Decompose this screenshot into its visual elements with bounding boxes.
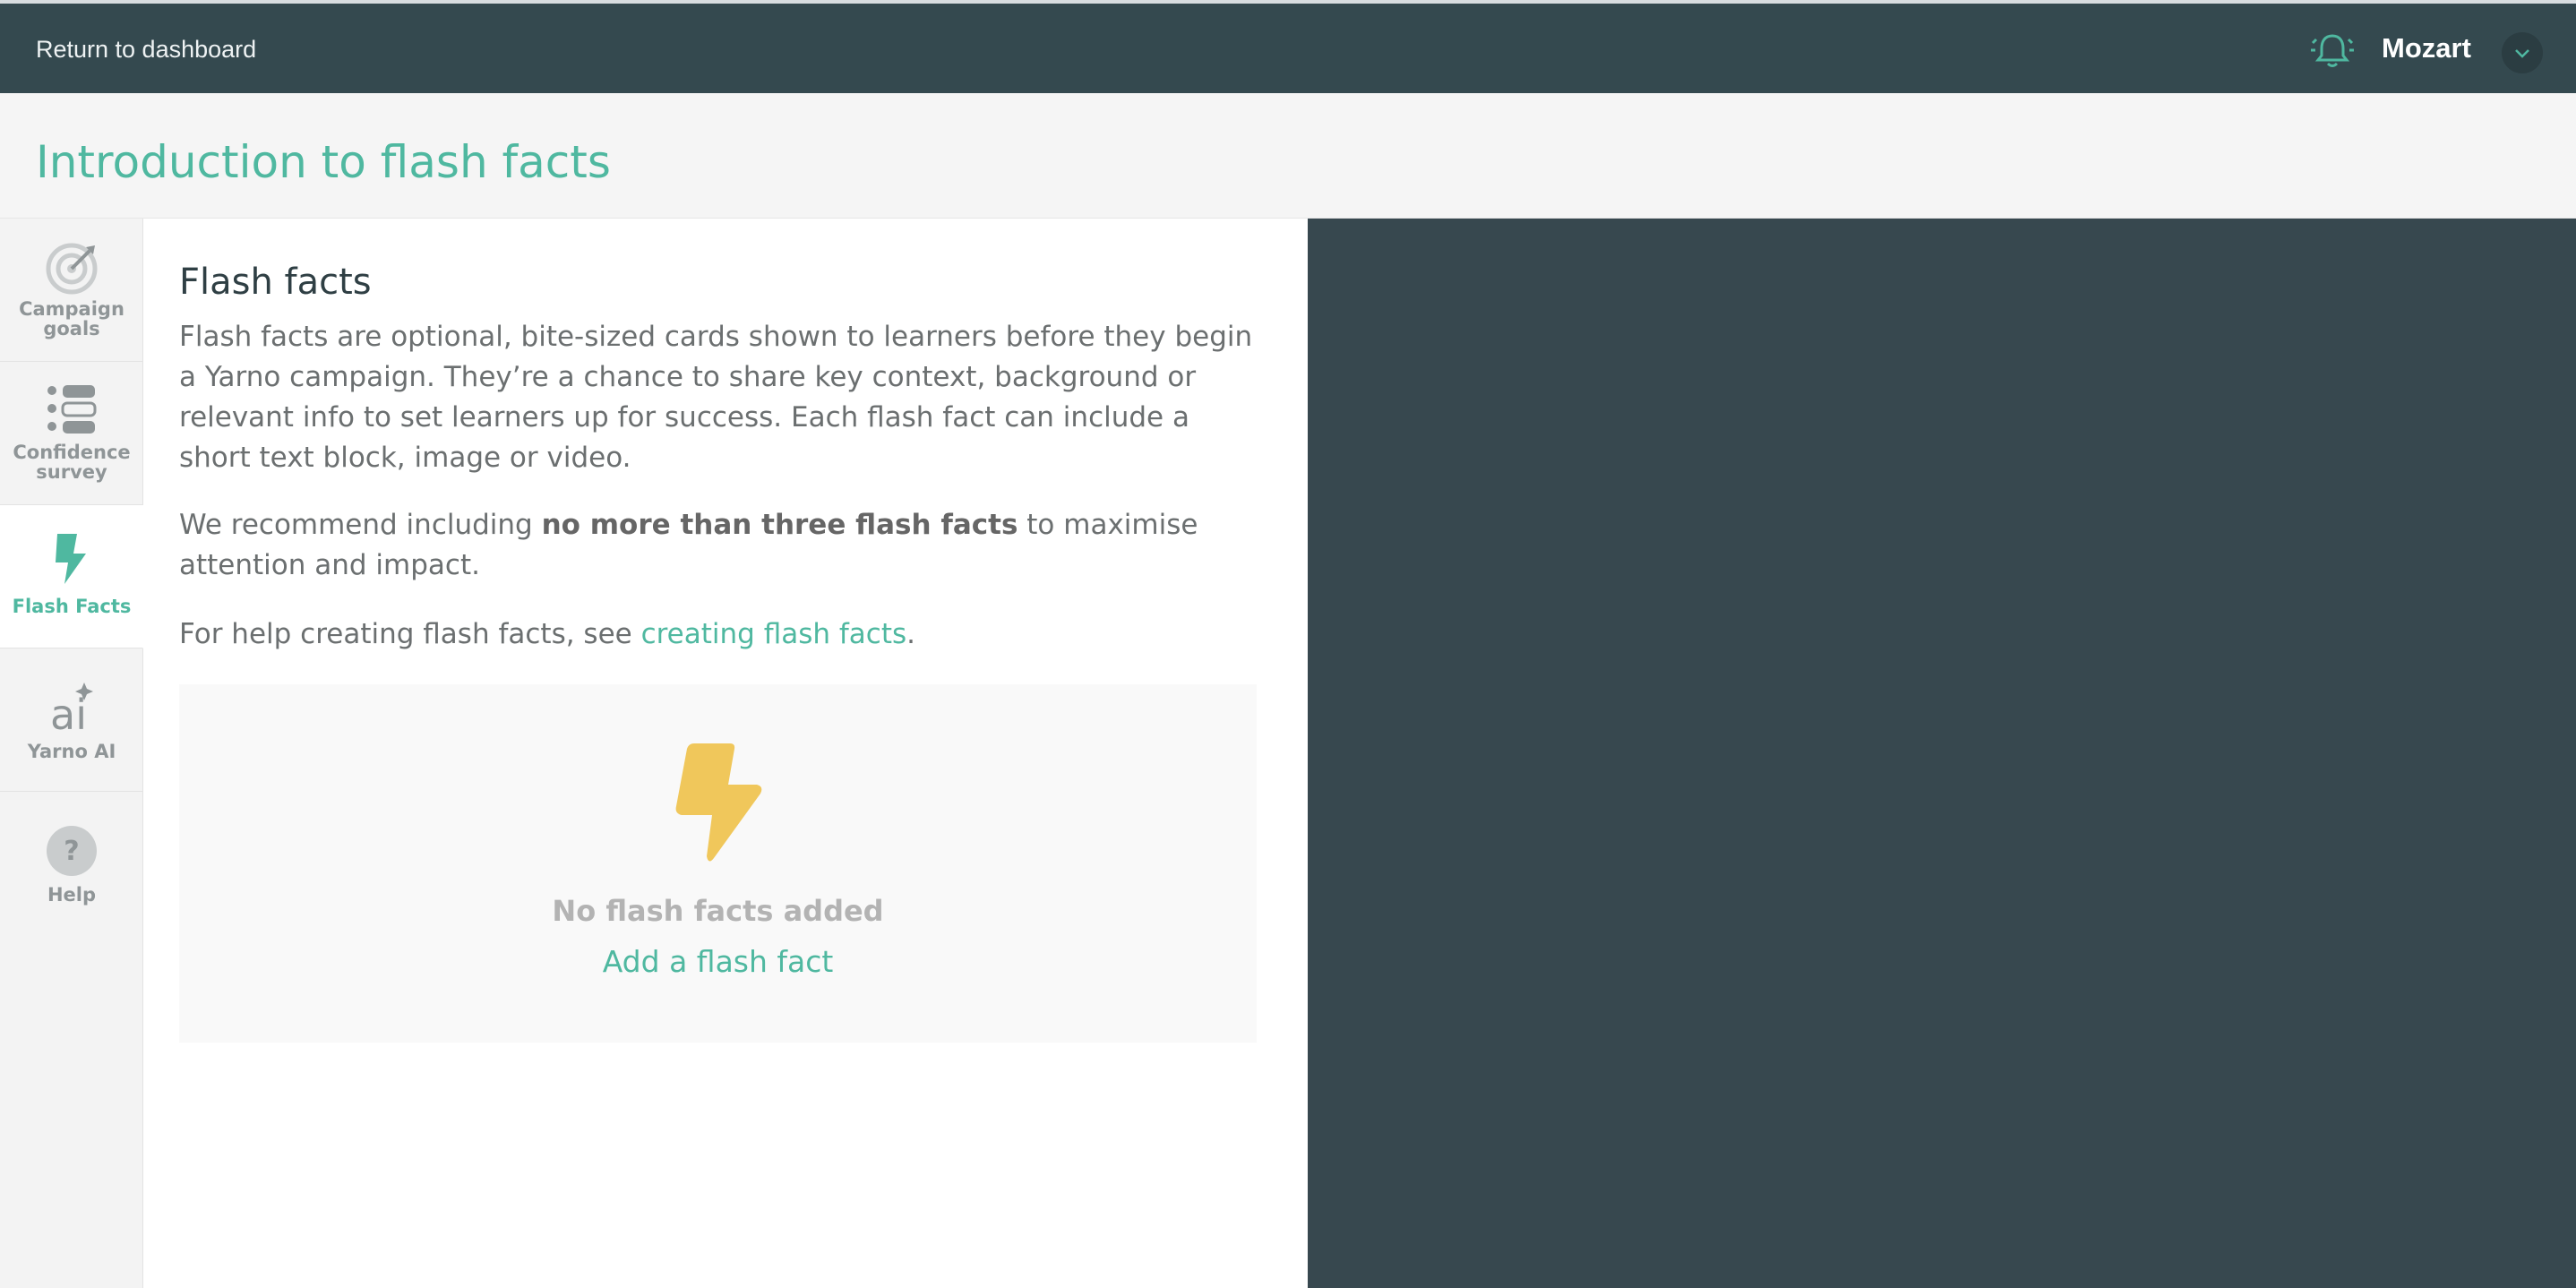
user-menu-toggle[interactable]	[2502, 32, 2543, 73]
chevron-down-icon	[2515, 49, 2529, 58]
ai-sparkle-icon: ai	[50, 683, 93, 734]
intro-paragraph: Flash facts are optional, bite-sized car…	[179, 321, 1253, 474]
recommendation-bold: no more than three flash facts	[541, 509, 1018, 541]
sidebar-item-yarno-ai[interactable]: ai Yarno AI	[0, 648, 143, 792]
sidebar-item-flash-facts[interactable]: Flash Facts	[0, 505, 143, 648]
sidebar-item-label: Campaign	[19, 298, 125, 320]
sidebar-item-label-line2: goals	[43, 318, 100, 339]
help-suffix: .	[906, 618, 915, 650]
sidebar-item-label: Yarno AI	[27, 741, 116, 762]
target-icon	[46, 243, 98, 295]
sidebar-item-confidence-survey[interactable]: Confidence survey	[0, 362, 143, 505]
bell-icon[interactable]	[2309, 27, 2356, 73]
sidebar-item-label: Help	[47, 884, 97, 906]
empty-state-title: No flash facts added	[552, 894, 884, 928]
return-to-dashboard-link[interactable]: Return to dashboard	[36, 36, 256, 64]
lightning-bolt-icon	[56, 534, 86, 584]
main-content: Flash facts Flash facts are optional, bi…	[143, 219, 1308, 1288]
creating-flash-facts-link[interactable]: creating flash facts	[641, 618, 907, 650]
sidebar-item-label-line2: survey	[36, 461, 107, 483]
sidebar-item-campaign-goals[interactable]: Campaign goals	[0, 219, 143, 362]
svg-text:?: ?	[64, 836, 79, 867]
username[interactable]: Mozart	[2382, 32, 2471, 64]
recommendation-paragraph: We recommend including no more than thre…	[179, 505, 1254, 586]
help-paragraph: For help creating flash facts, see creat…	[179, 614, 1254, 655]
sidebar: Campaign goals Confidence survey Flash F…	[0, 219, 143, 1288]
preview-panel	[1308, 219, 2576, 1288]
svg-text:ai: ai	[50, 691, 87, 734]
list-icon	[47, 385, 97, 434]
empty-state: No flash facts added Add a flash fact	[179, 684, 1257, 1043]
help-prefix: For help creating flash facts, see	[179, 618, 641, 650]
recommendation-prefix: We recommend including	[179, 509, 542, 541]
add-flash-fact-link[interactable]: Add a flash fact	[179, 944, 1257, 979]
section-heading: Flash facts	[179, 262, 372, 303]
sidebar-item-label: Flash Facts	[12, 596, 132, 617]
title-bar: Introduction to flash facts	[0, 93, 2576, 219]
lightning-bolt-icon	[675, 743, 762, 862]
sidebar-item-label: Confidence	[13, 442, 131, 463]
question-icon: ?	[47, 826, 97, 876]
page-title: Introduction to flash facts	[36, 136, 611, 188]
sidebar-item-help[interactable]: ? Help	[0, 792, 143, 935]
top-bar: Return to dashboard Mozart	[0, 0, 2576, 93]
